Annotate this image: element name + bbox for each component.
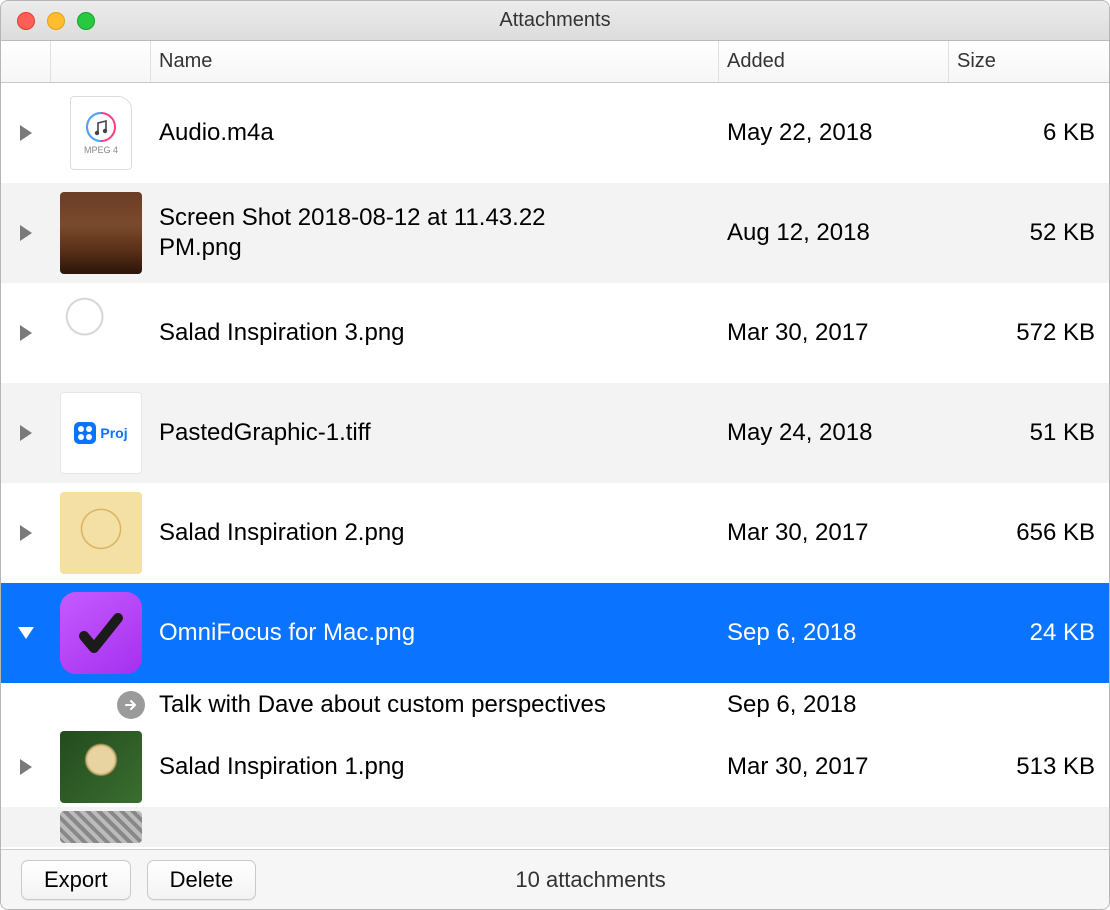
close-window-button[interactable] bbox=[17, 12, 35, 30]
task-added: Sep 6, 2018 bbox=[727, 691, 856, 719]
image-thumbnail bbox=[60, 492, 142, 574]
file-added: Sep 6, 2018 bbox=[727, 619, 856, 647]
file-added: Mar 30, 2017 bbox=[727, 519, 868, 547]
image-thumbnail bbox=[60, 292, 142, 374]
attachments-window: Attachments Name Added Size MPEG 4 Audio… bbox=[0, 0, 1110, 910]
disclosure-triangle-icon[interactable] bbox=[20, 525, 32, 541]
file-added: May 24, 2018 bbox=[727, 419, 872, 447]
image-thumbnail bbox=[60, 192, 142, 274]
status-text: 10 attachments bbox=[272, 867, 909, 893]
file-size: 572 KB bbox=[1016, 319, 1095, 347]
window-title: Attachments bbox=[499, 9, 610, 32]
table-row[interactable]: Salad Inspiration 2.png Mar 30, 2017 656… bbox=[1, 483, 1109, 583]
disclosure-triangle-icon[interactable] bbox=[20, 325, 32, 341]
disclosure-triangle-icon[interactable] bbox=[20, 759, 32, 775]
file-name: Salad Inspiration 2.png bbox=[159, 518, 405, 548]
arrow-right-circle-icon[interactable] bbox=[117, 691, 145, 719]
column-header-row: Name Added Size bbox=[1, 41, 1109, 83]
delete-button[interactable]: Delete bbox=[147, 860, 257, 900]
app-badge-icon bbox=[74, 422, 96, 444]
titlebar[interactable]: Attachments bbox=[1, 1, 1109, 41]
audio-file-icon: MPEG 4 bbox=[70, 96, 132, 170]
disclosure-triangle-icon[interactable] bbox=[20, 225, 32, 241]
disclosure-triangle-icon[interactable] bbox=[20, 125, 32, 141]
file-added: Mar 30, 2017 bbox=[727, 753, 868, 781]
file-size: 513 KB bbox=[1016, 753, 1095, 781]
export-button[interactable]: Export bbox=[21, 860, 131, 900]
table-row[interactable]: Salad Inspiration 3.png Mar 30, 2017 572… bbox=[1, 283, 1109, 383]
table-row[interactable]: Screen Shot 2018-08-12 at 11.43.22 PM.pn… bbox=[1, 183, 1109, 283]
file-size: 656 KB bbox=[1016, 519, 1095, 547]
table-row[interactable]: Salad Inspiration 1.png Mar 30, 2017 513… bbox=[1, 727, 1109, 807]
minimize-window-button[interactable] bbox=[47, 12, 65, 30]
file-size: 24 KB bbox=[1030, 619, 1095, 647]
disclosure-triangle-icon[interactable] bbox=[20, 425, 32, 441]
file-name: OmniFocus for Mac.png bbox=[159, 618, 415, 648]
window-controls bbox=[1, 12, 95, 30]
file-added: May 22, 2018 bbox=[727, 119, 872, 147]
column-header-thumbnail[interactable] bbox=[51, 41, 151, 82]
audio-file-tag: MPEG 4 bbox=[84, 145, 118, 155]
table-row[interactable]: Proj PastedGraphic-1.tiff May 24, 2018 5… bbox=[1, 383, 1109, 483]
file-name: Salad Inspiration 3.png bbox=[159, 318, 405, 348]
column-header-added[interactable]: Added bbox=[719, 41, 949, 82]
table-row[interactable]: OmniFocus for Mac.png Sep 6, 2018 24 KB bbox=[1, 583, 1109, 683]
table-row[interactable]: MPEG 4 Audio.m4a May 22, 2018 6 KB bbox=[1, 83, 1109, 183]
file-name: Screen Shot 2018-08-12 at 11.43.22 PM.pn… bbox=[159, 203, 619, 263]
file-name: Audio.m4a bbox=[159, 118, 274, 148]
app-icon bbox=[60, 592, 142, 674]
task-name: Talk with Dave about custom perspectives bbox=[159, 690, 606, 720]
column-header-size[interactable]: Size bbox=[949, 41, 1109, 82]
file-size: 51 KB bbox=[1030, 419, 1095, 447]
column-header-name[interactable]: Name bbox=[151, 41, 719, 82]
file-size: 52 KB bbox=[1030, 219, 1095, 247]
image-thumbnail: Proj bbox=[60, 392, 142, 474]
file-name: PastedGraphic-1.tiff bbox=[159, 418, 371, 448]
column-header-disclosure[interactable] bbox=[1, 41, 51, 82]
image-thumbnail bbox=[60, 731, 142, 803]
file-name: Salad Inspiration 1.png bbox=[159, 752, 405, 782]
file-added: Mar 30, 2017 bbox=[727, 319, 868, 347]
footer-toolbar: Export Delete 10 attachments bbox=[1, 849, 1109, 909]
table-body: MPEG 4 Audio.m4a May 22, 2018 6 KB Scree… bbox=[1, 83, 1109, 849]
zoom-window-button[interactable] bbox=[77, 12, 95, 30]
table-sub-row[interactable]: Talk with Dave about custom perspectives… bbox=[1, 683, 1109, 727]
file-added: Aug 12, 2018 bbox=[727, 219, 870, 247]
file-size: 6 KB bbox=[1043, 119, 1095, 147]
table-row[interactable] bbox=[1, 807, 1109, 847]
disclosure-triangle-icon[interactable] bbox=[18, 627, 34, 639]
image-thumbnail bbox=[60, 811, 142, 843]
